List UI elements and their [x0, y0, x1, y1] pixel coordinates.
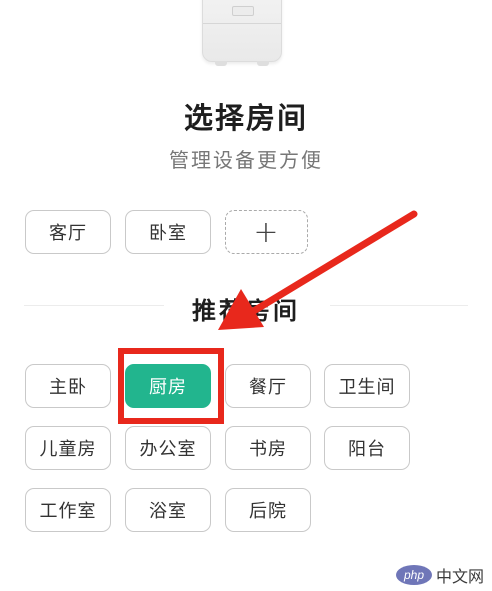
device-seam [203, 23, 281, 24]
device-image [202, 0, 282, 66]
recommended-chip-studio[interactable]: 工作室 [25, 488, 111, 532]
recommended-chip-office[interactable]: 办公室 [125, 426, 211, 470]
recommended-chip-balcony[interactable]: 阳台 [324, 426, 410, 470]
watermark-text: 中文网 [435, 567, 484, 586]
recommended-chip-kids-room[interactable]: 儿童房 [25, 426, 111, 470]
page-title: 选择房间 [183, 101, 308, 135]
device-foot-left [215, 61, 227, 66]
recommended-chip-bathroom[interactable]: 卫生间 [324, 364, 410, 408]
recommended-chip-bath-room[interactable]: 浴室 [125, 488, 211, 532]
watermark: php 中文网 [395, 563, 484, 587]
recommended-chip-study[interactable]: 书房 [225, 426, 311, 470]
recommended-chip-kitchen[interactable]: 厨房 [125, 364, 211, 408]
room-chip-bedroom[interactable]: 卧室 [125, 210, 211, 254]
php-logo-icon: php [395, 565, 432, 585]
room-selection-page: 选择房间 管理设备更方便 客厅 卧室 + 推荐房间 主卧 厨房 餐厅 卫生间 儿… [0, 0, 492, 591]
recommended-chip-dining-room[interactable]: 餐厅 [225, 364, 311, 408]
add-room-button[interactable]: + [225, 210, 308, 254]
device-foot-right [257, 61, 269, 66]
room-chip-living-room[interactable]: 客厅 [25, 210, 111, 254]
recommended-section-title: 推荐房间 [192, 297, 300, 325]
recommended-chip-backyard[interactable]: 后院 [225, 488, 311, 532]
device-window [232, 6, 254, 16]
page-subtitle: 管理设备更方便 [169, 148, 323, 172]
recommended-chip-master-bedroom[interactable]: 主卧 [25, 364, 111, 408]
